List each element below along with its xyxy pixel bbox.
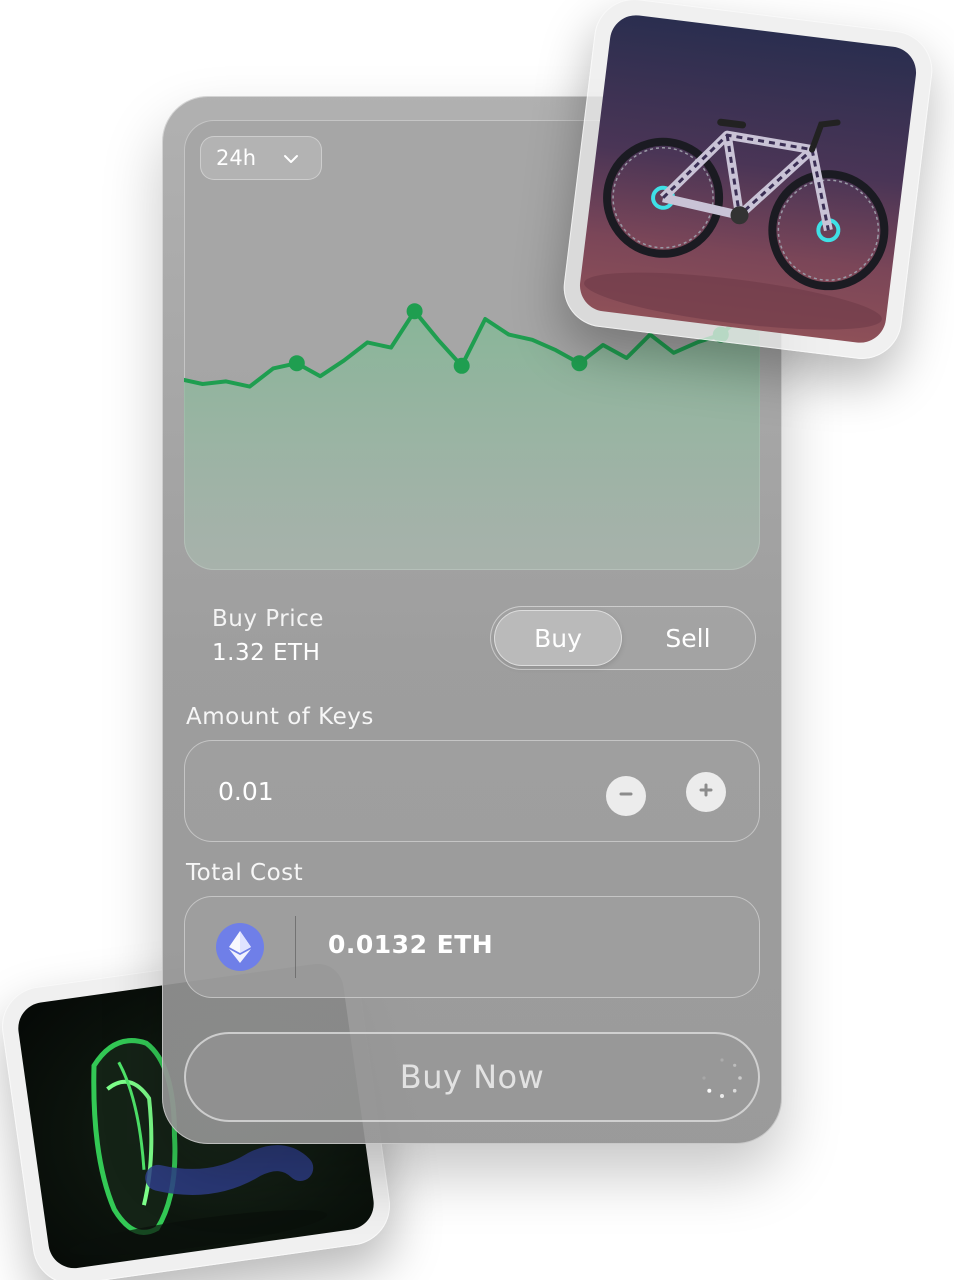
chart-point — [406, 303, 423, 320]
buy-price-value: 1.32 ETH — [212, 640, 321, 666]
chart-point — [571, 355, 588, 372]
total-cost-value: 0.0132 ETH — [328, 930, 494, 959]
plus-icon — [698, 782, 714, 802]
decrease-button[interactable] — [606, 776, 646, 816]
amount-of-keys-label: Amount of Keys — [186, 704, 374, 730]
chart-point — [453, 357, 470, 374]
buy-tab[interactable]: Buy — [494, 610, 622, 666]
bicycle-nft-image — [559, 0, 937, 364]
total-cost-label: Total Cost — [186, 860, 304, 886]
bicycle-photo — [576, 12, 920, 346]
increase-button[interactable] — [686, 772, 726, 812]
period-dropdown[interactable]: 24h — [200, 136, 322, 180]
chart-point — [288, 355, 305, 372]
field-divider — [295, 916, 296, 978]
buy-now-label: Buy Now — [399, 1058, 545, 1096]
amount-field — [184, 740, 760, 842]
amount-input[interactable] — [216, 770, 520, 812]
buy-price-label: Buy Price — [212, 606, 324, 632]
buy-now-button[interactable]: Buy Now — [184, 1032, 760, 1122]
sell-tab[interactable]: Sell — [624, 610, 752, 666]
period-label: 24h — [216, 146, 257, 170]
ethereum-icon — [216, 923, 264, 971]
minus-icon — [618, 786, 634, 806]
chevron-down-icon — [282, 149, 300, 167]
total-cost-field: 0.0132 ETH — [184, 896, 760, 998]
bicycle-illustration — [584, 118, 889, 330]
buy-sell-toggle: Buy Sell — [490, 606, 756, 670]
spinner-icon — [700, 1056, 744, 1100]
stage: 24h Buy Price 1.32 ETH Buy Sell Amount o… — [0, 0, 954, 1280]
